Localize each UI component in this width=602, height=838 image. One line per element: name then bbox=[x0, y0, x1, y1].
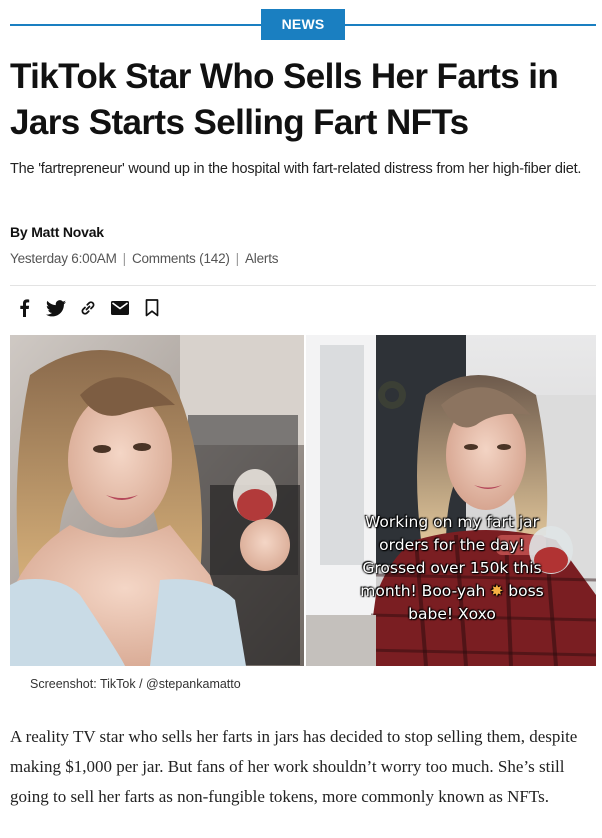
article: NEWS TikTok Star Who Sells Her Farts in … bbox=[10, 0, 596, 806]
meta-separator: | bbox=[235, 251, 240, 266]
byline: By Matt Novak bbox=[10, 224, 104, 240]
email-icon[interactable] bbox=[110, 298, 130, 318]
headline: TikTok Star Who Sells Her Farts in Jars … bbox=[10, 57, 559, 142]
hero-image-left-panel bbox=[10, 335, 304, 666]
divider bbox=[10, 285, 596, 286]
share-bar bbox=[14, 296, 162, 320]
facebook-icon[interactable] bbox=[14, 298, 34, 318]
hero-image-right-panel bbox=[306, 335, 596, 666]
category-header: NEWS bbox=[10, 0, 596, 52]
image-caption: Screenshot: TikTok / @stepankamatto bbox=[30, 677, 241, 691]
byline-prefix: By bbox=[10, 224, 32, 240]
subheadline: The 'fartrepreneur' wound up in the hosp… bbox=[10, 161, 582, 177]
publish-date[interactable]: Yesterday 6:00AM bbox=[10, 251, 117, 266]
bookmark-icon[interactable] bbox=[142, 298, 162, 318]
hero-image[interactable]: Working on my fart jar orders for the da… bbox=[10, 335, 596, 666]
alerts-link[interactable]: Alerts bbox=[245, 251, 279, 266]
author-link[interactable]: Matt Novak bbox=[31, 224, 104, 240]
twitter-icon[interactable] bbox=[46, 298, 66, 318]
category-badge[interactable]: NEWS bbox=[261, 9, 345, 40]
meta-separator: | bbox=[122, 251, 127, 266]
comments-link[interactable]: Comments (142) bbox=[132, 251, 230, 266]
link-icon[interactable] bbox=[78, 298, 98, 318]
article-paragraph: A reality TV star who sells her farts in… bbox=[10, 727, 578, 806]
article-meta: Yesterday 6:00AM | Comments (142) | Alerts bbox=[10, 251, 278, 266]
